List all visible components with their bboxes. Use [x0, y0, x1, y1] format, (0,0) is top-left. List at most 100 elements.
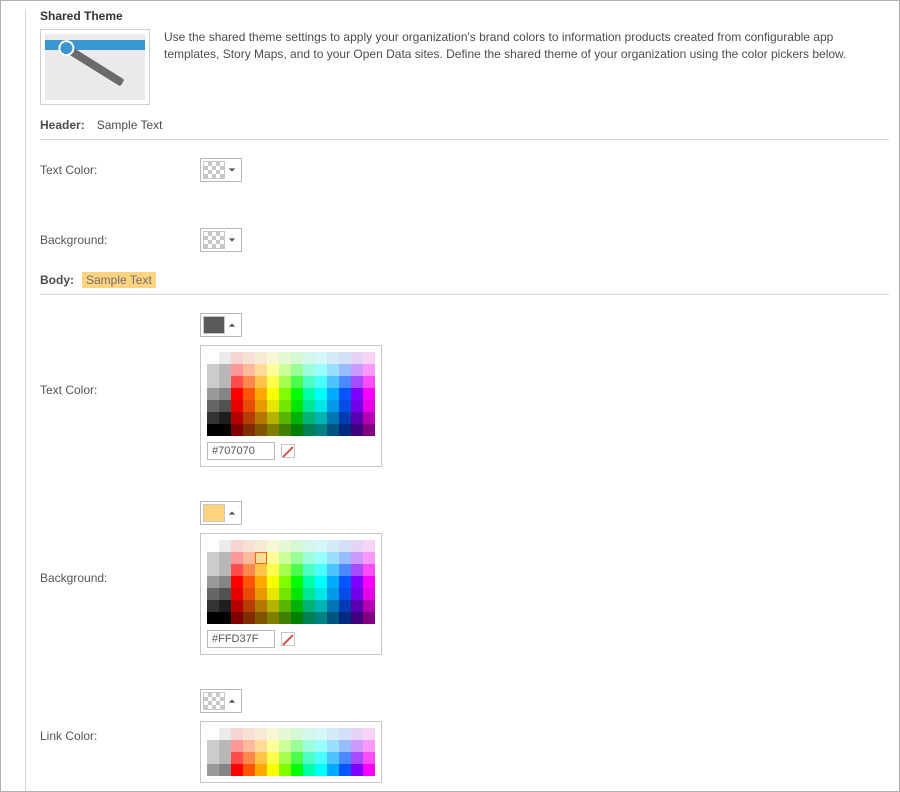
palette-cell[interactable] [231, 752, 243, 764]
palette-cell[interactable] [363, 600, 375, 612]
hex-input[interactable] [207, 442, 275, 460]
palette-cell[interactable] [279, 612, 291, 624]
header-text-color-picker[interactable] [200, 158, 242, 182]
palette-cell[interactable] [315, 740, 327, 752]
palette-cell[interactable] [219, 764, 231, 776]
palette-cell[interactable] [351, 740, 363, 752]
no-color-button[interactable] [281, 444, 295, 458]
palette-cell[interactable] [255, 540, 267, 552]
palette-cell[interactable] [219, 388, 231, 400]
palette-cell[interactable] [327, 552, 339, 564]
palette-cell[interactable] [351, 352, 363, 364]
palette-cell[interactable] [255, 388, 267, 400]
palette-cell[interactable] [267, 352, 279, 364]
palette-cell[interactable] [327, 400, 339, 412]
palette-cell[interactable] [363, 424, 375, 436]
palette-cell[interactable] [267, 728, 279, 740]
palette-cell[interactable] [231, 364, 243, 376]
palette-cell[interactable] [279, 352, 291, 364]
palette-cell[interactable] [219, 400, 231, 412]
palette-grid[interactable] [207, 352, 375, 436]
palette-cell[interactable] [315, 588, 327, 600]
palette-cell[interactable] [351, 564, 363, 576]
palette-cell[interactable] [315, 412, 327, 424]
palette-cell[interactable] [243, 576, 255, 588]
palette-grid[interactable] [207, 728, 375, 776]
palette-cell[interactable] [207, 364, 219, 376]
palette-cell[interactable] [279, 388, 291, 400]
palette-cell[interactable] [267, 388, 279, 400]
palette-cell[interactable] [363, 352, 375, 364]
palette-cell[interactable] [207, 388, 219, 400]
palette-cell[interactable] [351, 764, 363, 776]
palette-cell[interactable] [207, 576, 219, 588]
palette-cell[interactable] [255, 552, 267, 564]
body-background-picker[interactable] [200, 501, 242, 525]
palette-cell[interactable] [231, 400, 243, 412]
palette-cell[interactable] [243, 400, 255, 412]
palette-cell[interactable] [291, 364, 303, 376]
palette-cell[interactable] [303, 588, 315, 600]
palette-cell[interactable] [303, 552, 315, 564]
palette-cell[interactable] [231, 576, 243, 588]
palette-cell[interactable] [243, 600, 255, 612]
palette-cell[interactable] [291, 576, 303, 588]
palette-cell[interactable] [231, 600, 243, 612]
palette-cell[interactable] [243, 412, 255, 424]
palette-cell[interactable] [219, 600, 231, 612]
palette-cell[interactable] [255, 364, 267, 376]
palette-cell[interactable] [243, 728, 255, 740]
palette-cell[interactable] [303, 364, 315, 376]
palette-cell[interactable] [231, 540, 243, 552]
palette-cell[interactable] [279, 600, 291, 612]
palette-cell[interactable] [303, 752, 315, 764]
palette-cell[interactable] [231, 564, 243, 576]
palette-cell[interactable] [219, 564, 231, 576]
palette-cell[interactable] [255, 612, 267, 624]
palette-cell[interactable] [231, 764, 243, 776]
palette-cell[interactable] [303, 400, 315, 412]
palette-cell[interactable] [327, 388, 339, 400]
palette-cell[interactable] [339, 740, 351, 752]
palette-cell[interactable] [255, 740, 267, 752]
palette-cell[interactable] [219, 576, 231, 588]
palette-cell[interactable] [243, 424, 255, 436]
palette-cell[interactable] [351, 364, 363, 376]
palette-cell[interactable] [207, 400, 219, 412]
palette-cell[interactable] [315, 612, 327, 624]
palette-cell[interactable] [219, 612, 231, 624]
palette-cell[interactable] [207, 564, 219, 576]
palette-cell[interactable] [315, 552, 327, 564]
palette-cell[interactable] [351, 424, 363, 436]
palette-cell[interactable] [315, 764, 327, 776]
palette-cell[interactable] [255, 752, 267, 764]
palette-cell[interactable] [351, 552, 363, 564]
palette-cell[interactable] [267, 400, 279, 412]
palette-cell[interactable] [315, 388, 327, 400]
palette-cell[interactable] [363, 764, 375, 776]
palette-cell[interactable] [291, 376, 303, 388]
palette-cell[interactable] [363, 740, 375, 752]
palette-cell[interactable] [219, 540, 231, 552]
palette-cell[interactable] [267, 576, 279, 588]
palette-cell[interactable] [231, 588, 243, 600]
palette-cell[interactable] [363, 588, 375, 600]
palette-cell[interactable] [279, 364, 291, 376]
palette-cell[interactable] [231, 412, 243, 424]
palette-cell[interactable] [339, 752, 351, 764]
palette-cell[interactable] [351, 540, 363, 552]
palette-cell[interactable] [327, 540, 339, 552]
palette-cell[interactable] [351, 376, 363, 388]
palette-cell[interactable] [207, 764, 219, 776]
palette-cell[interactable] [327, 564, 339, 576]
palette-cell[interactable] [315, 576, 327, 588]
palette-cell[interactable] [231, 552, 243, 564]
palette-cell[interactable] [291, 564, 303, 576]
palette-cell[interactable] [207, 728, 219, 740]
palette-cell[interactable] [207, 752, 219, 764]
palette-cell[interactable] [363, 612, 375, 624]
palette-cell[interactable] [303, 576, 315, 588]
palette-cell[interactable] [207, 740, 219, 752]
palette-cell[interactable] [279, 400, 291, 412]
palette-cell[interactable] [207, 424, 219, 436]
